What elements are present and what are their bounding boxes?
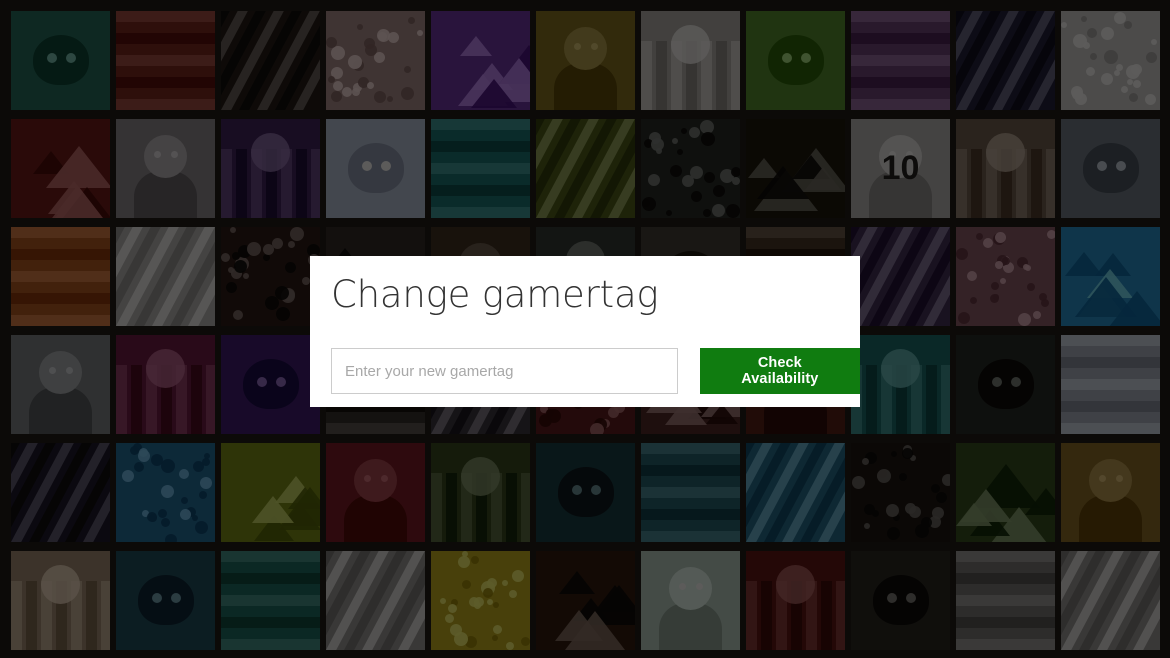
avatar-tile[interactable] [116, 551, 215, 650]
avatar-tile[interactable] [11, 119, 110, 218]
avatar-tile[interactable] [956, 443, 1055, 542]
avatar-tile[interactable] [326, 119, 425, 218]
avatar-tile[interactable] [11, 335, 110, 434]
avatar-tile[interactable] [116, 335, 215, 434]
avatar-tile[interactable] [1061, 335, 1160, 434]
change-gamertag-dialog: Change gamertag Check Availability [310, 256, 860, 407]
avatar-tile[interactable] [746, 11, 845, 110]
avatar-tile[interactable] [221, 551, 320, 650]
avatar-tile[interactable] [11, 11, 110, 110]
avatar-tile[interactable] [11, 551, 110, 650]
avatar-tile[interactable] [116, 443, 215, 542]
avatar-tile[interactable] [1061, 551, 1160, 650]
avatar-tile[interactable] [1061, 11, 1160, 110]
avatar-tile[interactable] [11, 227, 110, 326]
avatar-tile[interactable] [1061, 443, 1160, 542]
avatar-tile-label: 10 [881, 149, 920, 187]
avatar-tile[interactable] [116, 11, 215, 110]
avatar-tile[interactable] [641, 443, 740, 542]
avatar-tile[interactable] [956, 335, 1055, 434]
gamertag-input[interactable] [331, 348, 678, 394]
avatar-tile[interactable] [851, 335, 950, 434]
avatar-tile[interactable] [221, 335, 320, 434]
avatar-tile[interactable] [431, 443, 530, 542]
check-availability-button[interactable]: Check Availability [699, 348, 860, 394]
avatar-tile[interactable] [956, 11, 1055, 110]
avatar-tile[interactable] [536, 443, 635, 542]
avatar-tile[interactable] [326, 443, 425, 542]
avatar-tile[interactable] [221, 11, 320, 110]
avatar-tile[interactable] [536, 11, 635, 110]
avatar-tile[interactable] [221, 443, 320, 542]
avatar-tile[interactable] [116, 119, 215, 218]
avatar-tile[interactable] [221, 227, 320, 326]
avatar-tile[interactable] [116, 227, 215, 326]
avatar-tile[interactable] [11, 443, 110, 542]
avatar-tile[interactable] [641, 551, 740, 650]
avatar-tile[interactable] [431, 119, 530, 218]
avatar-tile[interactable] [641, 11, 740, 110]
avatar-tile[interactable] [746, 443, 845, 542]
gamertag-form: Check Availability [331, 348, 860, 394]
avatar-tile[interactable] [851, 551, 950, 650]
avatar-tile[interactable] [431, 11, 530, 110]
avatar-tile[interactable] [851, 443, 950, 542]
avatar-tile[interactable] [1061, 227, 1160, 326]
avatar-tile[interactable]: 10 [851, 119, 950, 218]
avatar-tile[interactable] [956, 119, 1055, 218]
avatar-tile[interactable] [641, 119, 740, 218]
avatar-tile[interactable] [1061, 119, 1160, 218]
avatar-tile[interactable] [536, 119, 635, 218]
avatar-tile[interactable] [326, 551, 425, 650]
avatar-tile[interactable] [221, 119, 320, 218]
avatar-tile[interactable] [851, 227, 950, 326]
avatar-tile[interactable] [536, 551, 635, 650]
avatar-tile[interactable] [956, 551, 1055, 650]
avatar-tile[interactable] [746, 119, 845, 218]
page-title: Change gamertag [331, 273, 659, 316]
avatar-tile[interactable] [746, 551, 845, 650]
avatar-tile[interactable] [431, 551, 530, 650]
avatar-tile[interactable] [326, 11, 425, 110]
avatar-tile[interactable] [956, 227, 1055, 326]
avatar-tile[interactable] [851, 11, 950, 110]
